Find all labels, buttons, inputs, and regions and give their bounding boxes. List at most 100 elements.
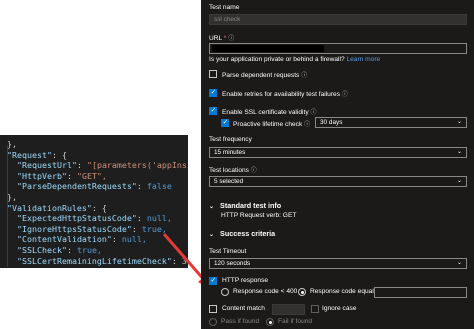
code-punct: : { <box>91 202 107 213</box>
code-punct <box>7 160 17 170</box>
enable-retries-label: Enable retries for availability test fai… <box>222 89 348 98</box>
code-literal: null, <box>121 234 147 245</box>
test-name-label: Test name <box>209 4 240 11</box>
code-key: "SSLCheck" <box>17 244 67 255</box>
content-match-label: Content match <box>222 305 265 312</box>
code-key: "ContentValidation" <box>17 234 112 245</box>
code-key: "RequestUrl" <box>17 160 77 171</box>
url-label-text: URL <box>209 35 222 42</box>
enable-retries-text: Enable retries for availability test fai… <box>222 91 341 98</box>
ignore-case-checkbox[interactable] <box>311 305 319 313</box>
code-line-text: "ContentValidation": null, <box>7 234 147 245</box>
code-line-text: "ParseDependentRequests": false <box>7 181 172 192</box>
http-response-label: HTTP response <box>222 277 269 284</box>
proactive-lifetime-checkbox[interactable] <box>221 118 229 127</box>
info-icon: ⓘ <box>301 73 308 79</box>
code-line-text: } <box>7 266 12 268</box>
code-punct <box>7 181 17 191</box>
response-code-input[interactable] <box>374 287 467 298</box>
code-line: "HttpVerb": "GET", <box>0 171 188 182</box>
enable-ssl-text: Enable SSL certificate validity <box>222 109 309 116</box>
parse-dependent-text: Parse dependent requests <box>222 72 300 79</box>
response-lt-400-label: Response code < 400 <box>233 288 298 295</box>
code-punct: } <box>7 266 12 268</box>
chevron-down-icon: ⌄ <box>209 232 215 238</box>
pass-if-found-radio[interactable] <box>209 318 217 326</box>
enable-ssl-label: Enable SSL certificate validity ⓘ <box>222 107 316 116</box>
code-line-text: "HttpVerb": "GET", <box>7 171 107 182</box>
code-key: "ValidationRules" <box>7 202 92 213</box>
response-equals-radio[interactable] <box>298 288 306 296</box>
success-criteria-toggle[interactable]: ⌄ Success criteria <box>209 229 275 238</box>
code-punct <box>7 234 17 244</box>
code-key: "ParseDependentRequests" <box>17 181 137 192</box>
test-frequency-value: 15 minutes <box>214 149 246 156</box>
code-key: "SSLCertRemainingLifetimeCheck" <box>17 255 172 266</box>
code-line: "Request": { <box>0 150 188 161</box>
info-icon: ⓘ <box>250 168 257 174</box>
fail-if-found-radio[interactable] <box>266 318 274 326</box>
redacted-url <box>212 45 324 52</box>
http-verb-text: HTTP Request verb: GET <box>221 212 297 219</box>
info-icon: ⓘ <box>341 92 348 98</box>
url-label: URL * ⓘ <box>209 33 234 42</box>
http-response-checkbox[interactable] <box>209 276 217 285</box>
test-name-input[interactable]: ssl check <box>209 14 467 25</box>
code-key: "Request" <box>7 149 52 160</box>
content-match-input[interactable] <box>272 304 305 315</box>
test-frequency-label: Test frequency <box>209 136 252 143</box>
code-punct: }, <box>7 139 17 149</box>
enable-ssl-checkbox[interactable] <box>209 106 217 115</box>
test-locations-label: Test locations ⓘ <box>209 165 257 174</box>
code-line: }, <box>0 139 188 150</box>
code-punct: : <box>66 170 77 181</box>
code-literal: false <box>146 181 172 192</box>
code-line-text: "RequestUrl": "[parameters('appInsights <box>7 160 188 171</box>
code-punct: : <box>136 213 147 224</box>
code-string: "[parameters('appInsights <box>86 160 188 171</box>
response-lt-400-radio[interactable] <box>221 288 229 296</box>
test-timeout-label: Test Timeout <box>209 248 247 255</box>
proactive-lifetime-select[interactable]: 30 days ⌄ <box>315 117 467 128</box>
code-literal: null, <box>146 213 172 224</box>
firewall-note: Is your application private or behind a … <box>209 56 380 63</box>
url-input[interactable] <box>209 43 467 54</box>
code-punct <box>7 245 17 255</box>
code-line-text: "SSLCheck": true, <box>7 245 102 256</box>
code-line: "ParseDependentRequests": false <box>0 181 188 192</box>
code-punct: : <box>111 234 122 245</box>
test-frequency-select[interactable]: 15 minutes ⌄ <box>209 147 467 158</box>
response-equals-label: Response code equals: <box>310 288 379 295</box>
proactive-lifetime-text: Proactive lifetime check <box>233 121 303 128</box>
code-line-text: "ExpectedHttpStatusCode": null, <box>7 213 172 224</box>
code-punct: : <box>136 181 147 192</box>
test-locations-text: Test locations <box>209 167 249 174</box>
availability-test-form: Test name ssl check URL * ⓘ Is your appl… <box>201 0 474 329</box>
code-punct: }, <box>7 191 17 202</box>
standard-test-info-heading: Standard test info <box>220 201 282 210</box>
code-literal: true, <box>76 244 102 255</box>
pass-if-found-label: Pass if found <box>221 318 260 325</box>
test-timeout-value: 120 seconds <box>214 260 251 267</box>
test-locations-select[interactable]: 5 selected ⌄ <box>209 176 467 187</box>
standard-test-info-toggle[interactable]: ⌄ Standard test info <box>209 201 281 210</box>
code-line: "RequestUrl": "[parameters('appInsights <box>0 160 188 171</box>
test-timeout-select[interactable]: 120 seconds ⌄ <box>209 258 467 269</box>
info-icon: ⓘ <box>304 122 311 128</box>
chevron-down-icon: ⌄ <box>456 119 462 125</box>
code-punct <box>7 256 17 266</box>
code-punct: : <box>66 244 77 255</box>
test-locations-value: 5 selected <box>214 178 244 185</box>
parse-dependent-checkbox[interactable] <box>209 70 217 78</box>
fail-if-found-label: Fail if found <box>278 318 313 325</box>
enable-retries-checkbox[interactable] <box>209 88 217 97</box>
code-line-text: "ValidationRules": { <box>7 203 107 214</box>
code-key: "ExpectedHttpStatusCode" <box>17 213 137 224</box>
learn-more-link[interactable]: Learn more <box>346 56 380 63</box>
code-punct <box>7 213 17 223</box>
code-string: "GET", <box>76 170 107 181</box>
content-match-checkbox[interactable] <box>209 305 217 313</box>
code-key: "IgnoreHttpsStatusCode" <box>17 223 132 234</box>
code-punct <box>7 224 17 234</box>
proactive-lifetime-value: 30 days <box>320 119 343 126</box>
